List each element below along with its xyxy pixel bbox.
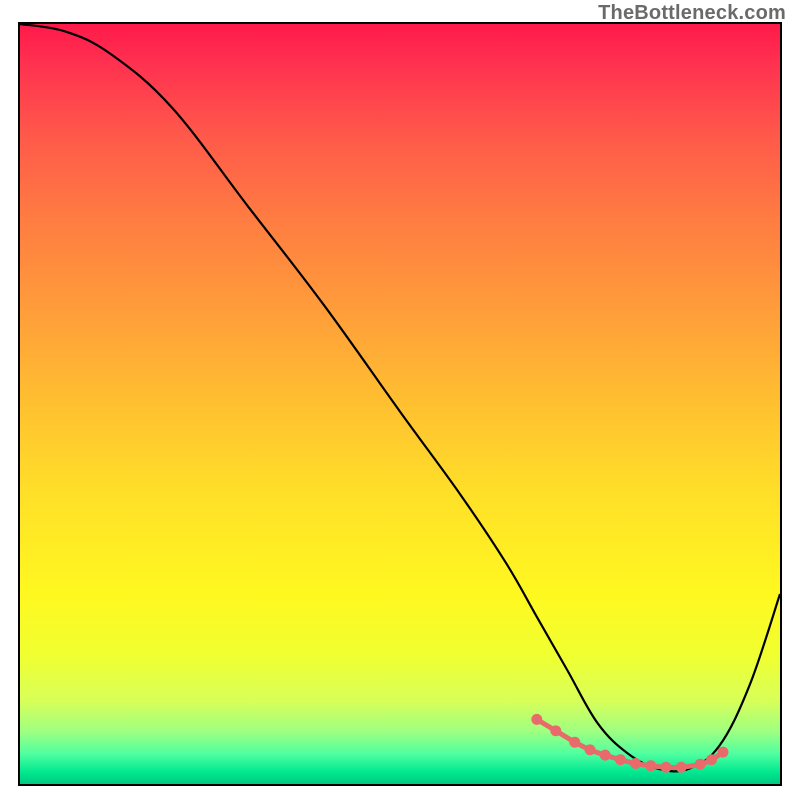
highlight-dot bbox=[569, 737, 580, 748]
bottleneck-curve bbox=[20, 24, 780, 771]
highlight-dot bbox=[600, 750, 611, 761]
highlight-dot bbox=[630, 758, 641, 769]
chart-svg bbox=[20, 24, 780, 784]
plot-area bbox=[18, 22, 782, 786]
highlight-segment bbox=[537, 719, 723, 767]
highlight-dot bbox=[661, 762, 672, 773]
highlight-dot bbox=[550, 725, 561, 736]
highlight-dot bbox=[676, 762, 687, 773]
highlight-dot bbox=[706, 754, 717, 765]
chart-container: TheBottleneck.com bbox=[0, 0, 800, 800]
highlight-dot bbox=[615, 754, 626, 765]
highlight-dot bbox=[531, 714, 542, 725]
highlight-dot bbox=[695, 759, 706, 770]
highlight-dot bbox=[585, 744, 596, 755]
highlight-dot bbox=[645, 760, 656, 771]
highlight-dot bbox=[718, 747, 729, 758]
